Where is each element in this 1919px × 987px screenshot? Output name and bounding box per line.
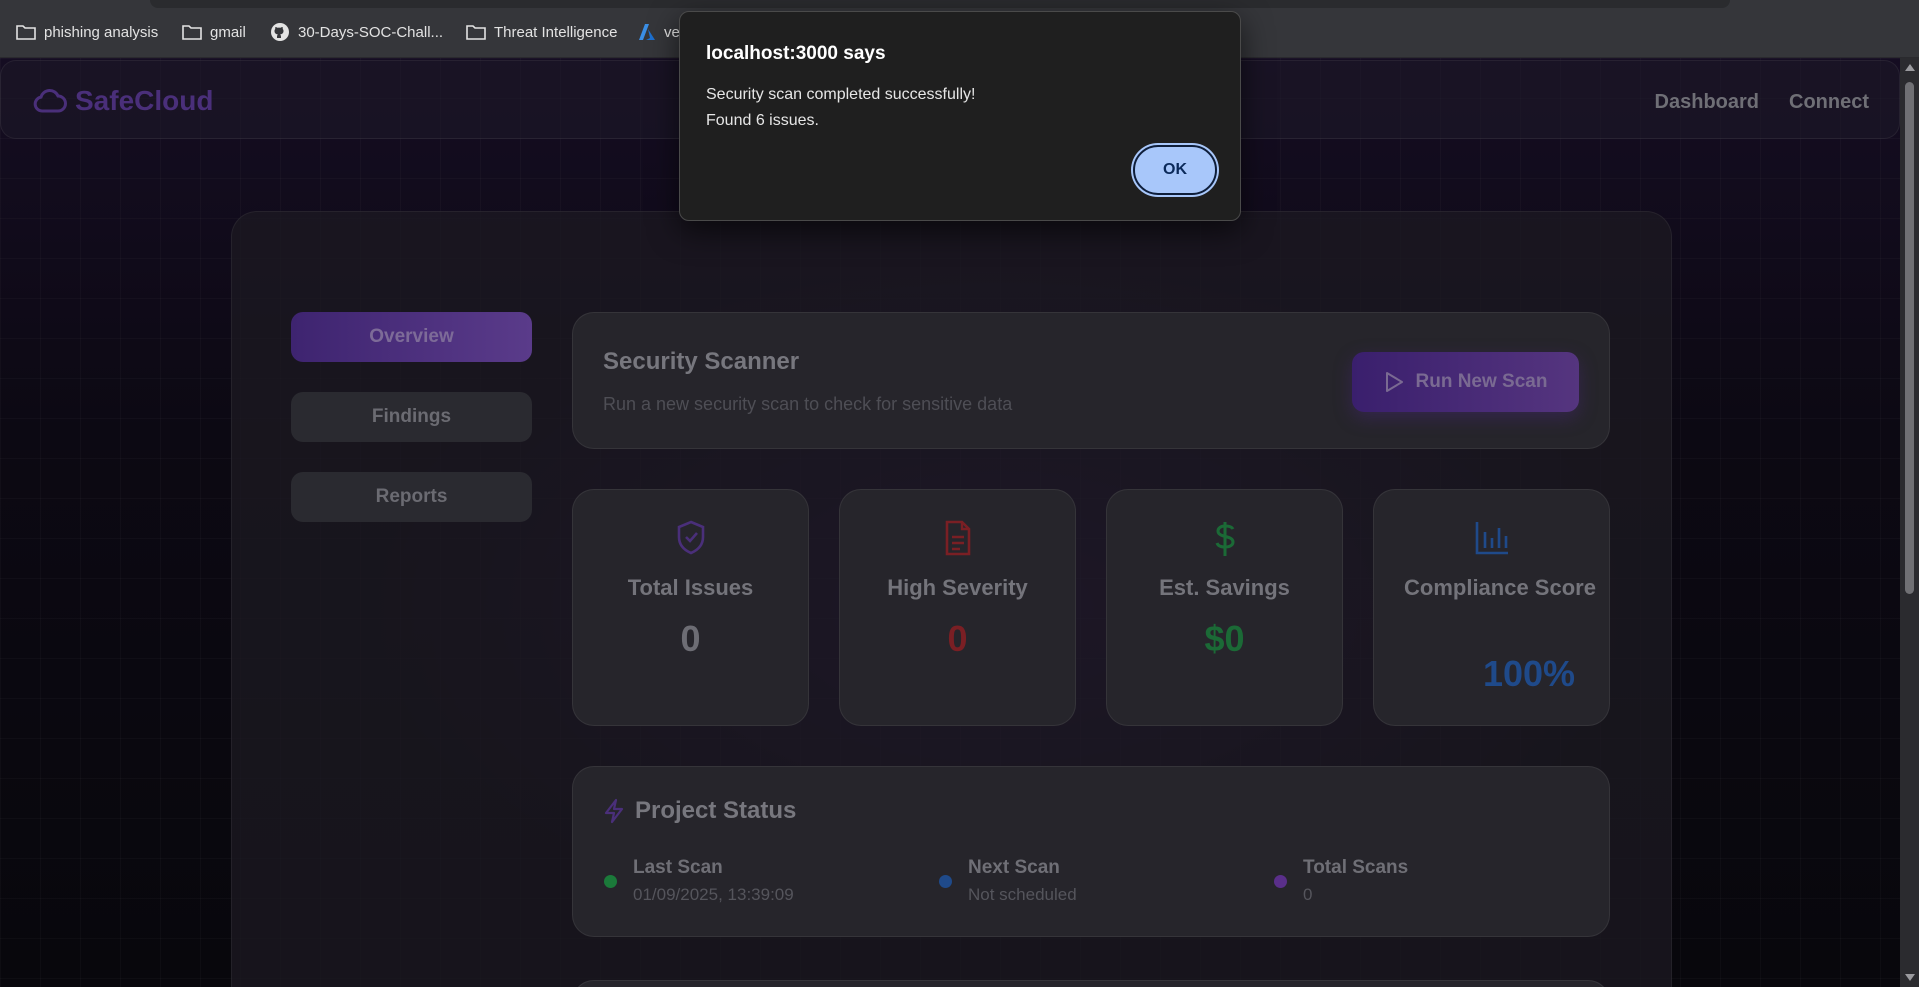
status-value: 0 <box>1303 885 1313 904</box>
run-new-scan-label: Run New Scan <box>1415 371 1548 392</box>
sidebar-item-overview[interactable]: Overview <box>291 312 532 362</box>
stat-card-high-severity: High Severity 0 <box>839 489 1076 726</box>
stat-value: $0 <box>1204 618 1245 659</box>
scroll-up-arrow[interactable] <box>1905 64 1915 71</box>
stat-label: High Severity <box>887 575 1028 600</box>
status-dot <box>604 875 617 888</box>
stat-label: Compliance Score <box>1404 575 1596 600</box>
scroll-thumb[interactable] <box>1905 82 1914 594</box>
bookmark-azure[interactable]: ve <box>638 20 680 44</box>
project-status-panel: Project Status Last Scan 01/09/2025, 13:… <box>572 766 1610 937</box>
nav-link-dashboard[interactable]: Dashboard <box>1655 91 1759 114</box>
nav-links: Dashboard Connect <box>1655 91 1869 114</box>
status-label: Last Scan <box>633 857 723 878</box>
status-last-scan: Last Scan 01/09/2025, 13:39:09 <box>604 857 794 905</box>
azure-icon <box>639 24 655 40</box>
shield-check-icon <box>677 520 704 555</box>
run-new-scan-button[interactable]: Run New Scan <box>1352 352 1579 412</box>
scanner-subtitle: Run a new security scan to check for sen… <box>603 394 1013 414</box>
scroll-down-arrow[interactable] <box>1905 974 1915 981</box>
folder-icon <box>466 25 486 40</box>
document-icon <box>945 520 970 556</box>
stat-label: Est. Savings <box>1159 575 1290 600</box>
bookmark-soc-challenge[interactable]: 30-Days-SOC-Chall... <box>270 20 443 44</box>
bar-chart-icon <box>1475 522 1508 555</box>
sidebar-item-findings[interactable]: Findings <box>291 392 532 442</box>
bookmark-phishing-analysis[interactable]: phishing analysis <box>16 20 158 44</box>
project-status-header: Project Status <box>603 797 796 825</box>
next-panel-edge <box>572 980 1610 987</box>
brand-logo[interactable]: SafeCloud <box>33 85 213 117</box>
stat-card-est-savings: Est. Savings $0 <box>1106 489 1343 726</box>
bookmark-gmail[interactable]: gmail <box>182 20 246 44</box>
ok-button[interactable]: OK <box>1133 145 1217 195</box>
status-label: Next Scan <box>968 857 1060 878</box>
sidebar-item-reports[interactable]: Reports <box>291 472 532 522</box>
page-scrollbar[interactable] <box>1900 58 1919 987</box>
status-total-scans: Total Scans 0 <box>1274 857 1409 905</box>
stat-value: 100% <box>1482 653 1576 694</box>
status-dot <box>939 875 952 888</box>
status-label: Total Scans <box>1303 857 1409 878</box>
bookmark-threat-intelligence[interactable]: Threat Intelligence <box>466 20 617 44</box>
dollar-icon <box>1215 522 1235 556</box>
dialog-title: localhost:3000 says <box>706 43 886 64</box>
dialog-message-line: Security scan completed successfully! <box>706 86 976 103</box>
stat-value: 0 <box>680 618 701 659</box>
scanner-title: Security Scanner <box>603 348 800 375</box>
status-next-scan: Next Scan Not scheduled <box>939 857 1077 905</box>
status-value: Not scheduled <box>968 885 1077 904</box>
dialog-message-line: Found 6 issues. <box>706 112 819 129</box>
stat-label: Total Issues <box>627 575 754 600</box>
github-icon <box>271 23 289 41</box>
folder-icon <box>16 25 36 40</box>
cloud-icon <box>33 88 67 113</box>
folder-icon <box>182 25 202 40</box>
status-dot <box>1274 875 1287 888</box>
security-scanner-panel: Security Scanner Run a new security scan… <box>572 312 1610 449</box>
dialog-message: Security scan completed successfully! Fo… <box>706 82 975 134</box>
stat-card-total-issues: Total Issues 0 <box>572 489 809 726</box>
project-status-title: Project Status <box>635 797 797 824</box>
address-bar-edge <box>150 0 1730 8</box>
alert-dialog: localhost:3000 says Security scan comple… <box>679 11 1241 221</box>
lightning-icon <box>604 798 624 824</box>
nav-link-connect[interactable]: Connect <box>1789 91 1869 114</box>
status-value: 01/09/2025, 13:39:09 <box>633 885 794 904</box>
brand-name: SafeCloud <box>75 85 214 116</box>
play-icon <box>1385 372 1403 392</box>
stat-card-compliance-score: Compliance Score 100% <box>1373 489 1610 726</box>
stat-value: 0 <box>947 618 968 659</box>
